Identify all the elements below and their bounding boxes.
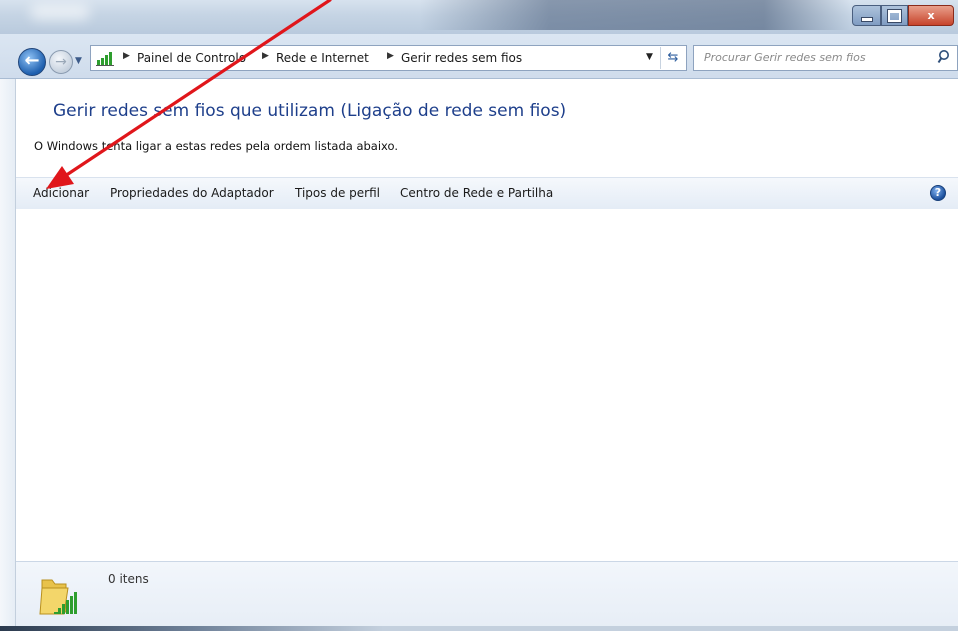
items-count: 0 itens [108, 572, 149, 586]
breadcrumb-separator-icon[interactable]: ▶ [262, 51, 269, 61]
details-pane: 0 itens [16, 561, 958, 631]
search-icon[interactable] [937, 49, 953, 65]
adapter-properties-button[interactable]: Propriedades do Adaptador [110, 186, 274, 200]
help-icon: ? [934, 186, 942, 199]
refresh-icon: ⇆ [667, 50, 679, 65]
main-content: Gerir redes sem fios que utilizam (Ligaç… [15, 79, 958, 631]
breadcrumb-control-panel[interactable]: Painel de Controlo [137, 51, 246, 65]
recent-pages-dropdown-icon[interactable]: ▼ [75, 56, 85, 66]
wireless-networks-list[interactable] [16, 209, 958, 561]
navigation-bar: ← → ▼ ▶ Painel de Controlo ▶ Rede e Inte… [0, 34, 958, 79]
title-bar-glare [30, 4, 90, 20]
command-bar: Adicionar Propriedades do Adaptador Tipo… [16, 177, 958, 210]
maximize-button[interactable] [881, 5, 908, 26]
window-left-border [0, 79, 15, 626]
forward-button[interactable]: → [49, 50, 73, 74]
wireless-networks-folder-icon [39, 579, 77, 615]
minimize-icon [860, 16, 873, 22]
back-button[interactable]: ← [18, 48, 46, 76]
search-placeholder: Procurar Gerir redes sem fios [704, 51, 866, 64]
breadcrumb-separator-icon[interactable]: ▶ [123, 51, 130, 61]
breadcrumb-network-internet[interactable]: Rede e Internet [276, 51, 369, 65]
window-bottom-border [0, 626, 958, 631]
help-button[interactable]: ? [930, 185, 946, 201]
network-sharing-center-button[interactable]: Centro de Rede e Partilha [400, 186, 553, 200]
back-arrow-icon: ← [24, 50, 40, 71]
breadcrumb-manage-wireless[interactable]: Gerir redes sem fios [401, 51, 522, 65]
page-title: Gerir redes sem fios que utilizam (Ligaç… [53, 101, 567, 121]
close-button[interactable]: x [908, 5, 954, 26]
manage-wireless-networks-window: x ← → ▼ ▶ Painel de Controlo ▶ Rede e In… [0, 0, 958, 631]
breadcrumb-separator-icon[interactable]: ▶ [387, 51, 394, 61]
address-dropdown-icon[interactable]: ▼ [646, 52, 653, 62]
add-button[interactable]: Adicionar [33, 186, 89, 200]
maximize-icon [887, 8, 902, 23]
address-bar[interactable]: ▶ Painel de Controlo ▶ Rede e Internet ▶… [90, 45, 687, 71]
profile-types-button[interactable]: Tipos de perfil [295, 186, 380, 200]
minimize-button[interactable] [852, 5, 881, 26]
page-description: O Windows tenta ligar a estas redes pela… [34, 139, 398, 153]
network-signal-icon [96, 52, 114, 66]
search-input[interactable]: Procurar Gerir redes sem fios [693, 45, 958, 71]
title-bar-shading [420, 0, 850, 30]
title-bar[interactable]: x [0, 0, 958, 34]
refresh-button[interactable]: ⇆ [660, 47, 685, 69]
close-icon: x [927, 9, 935, 22]
forward-arrow-icon: → [55, 54, 67, 70]
